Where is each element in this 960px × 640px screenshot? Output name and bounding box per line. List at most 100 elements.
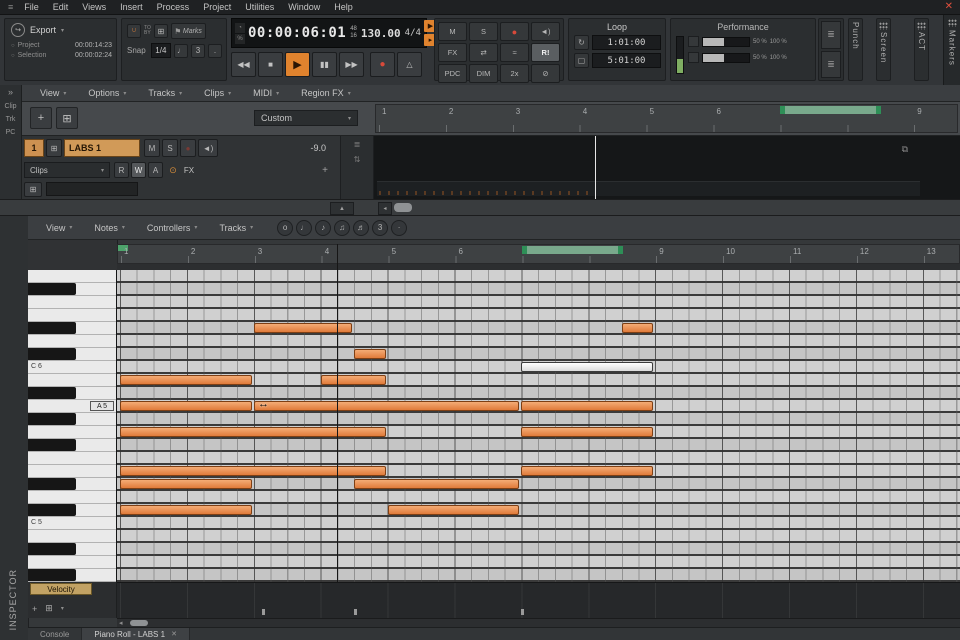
piano-key-17[interactable] bbox=[28, 491, 116, 504]
velocity-tab[interactable]: Velocity bbox=[30, 583, 92, 595]
left-tab-clip[interactable]: Clip bbox=[4, 103, 16, 110]
close-window-button[interactable]: ✕ bbox=[945, 1, 953, 12]
automation-write-button[interactable]: W bbox=[131, 162, 146, 178]
strip-layout-icon[interactable]: ≣ bbox=[821, 51, 841, 79]
track-menu-view[interactable]: View▾ bbox=[30, 86, 76, 101]
export-icon[interactable]: ↪ bbox=[11, 23, 25, 37]
track-menu-midi[interactable]: MIDI▾ bbox=[243, 86, 289, 101]
radio-icon[interactable]: ○ bbox=[11, 53, 15, 59]
midi-note[interactable] bbox=[254, 401, 520, 411]
close-icon[interactable]: ✕ bbox=[171, 630, 177, 638]
solo-button[interactable]: S bbox=[162, 139, 178, 157]
mix-bypass-button[interactable]: ⊘ bbox=[531, 64, 560, 83]
inspector-strip[interactable]: INSPECTOR bbox=[0, 216, 29, 640]
left-tab-trk[interactable]: Trk bbox=[6, 116, 16, 123]
midi-note[interactable] bbox=[354, 349, 385, 359]
note-grid[interactable] bbox=[117, 270, 960, 582]
screenset-module-button[interactable]: Screen bbox=[876, 18, 891, 81]
mix-fx-button[interactable]: FX bbox=[438, 43, 467, 62]
rewind-button[interactable]: ◀◀ bbox=[231, 52, 256, 77]
midi-note[interactable] bbox=[120, 401, 252, 411]
clips-pane[interactable]: ⧉ bbox=[374, 136, 960, 199]
input-echo-icon[interactable]: ◄) bbox=[198, 139, 218, 157]
piano-key-1[interactable] bbox=[28, 283, 116, 296]
piano-key-9[interactable] bbox=[28, 387, 116, 400]
widget-grid-icon[interactable]: ⊞ bbox=[24, 182, 42, 197]
triplet-button[interactable]: 3 bbox=[191, 44, 205, 58]
automation-read-button[interactable]: R bbox=[114, 162, 129, 178]
track-menu-tracks[interactable]: Tracks▾ bbox=[138, 86, 192, 101]
pr-playhead[interactable] bbox=[337, 244, 338, 582]
midi-clip[interactable] bbox=[377, 181, 920, 196]
mix-pdc-button[interactable]: PDC bbox=[438, 64, 467, 83]
tab-console[interactable]: Console bbox=[28, 628, 82, 640]
note-duration-tool-1[interactable]: ♩ bbox=[296, 220, 312, 236]
magnet-icon[interactable]: ∩ bbox=[127, 24, 141, 38]
mix-io-button[interactable]: ⇄ bbox=[469, 43, 498, 62]
piano-key-11[interactable] bbox=[28, 413, 116, 426]
zoom-tool-icon[interactable]: ⊞ bbox=[45, 603, 53, 614]
piano-key-2[interactable] bbox=[28, 296, 116, 309]
tempo-value[interactable]: 130.00 bbox=[361, 27, 401, 40]
punch-module-button[interactable]: Punch bbox=[848, 18, 863, 81]
arm-record-button[interactable]: ● bbox=[180, 139, 196, 157]
pr-loop-region[interactable] bbox=[522, 246, 622, 254]
note-duration-tool-3[interactable]: ♫ bbox=[334, 220, 350, 236]
scroll-left-icon[interactable]: ◂ bbox=[378, 202, 392, 215]
pr-menu-controllers[interactable]: Controllers▾ bbox=[137, 220, 208, 235]
menu-process[interactable]: Process bbox=[150, 2, 197, 12]
piano-key-3[interactable] bbox=[28, 309, 116, 322]
meter-value[interactable]: 4/4 bbox=[405, 28, 421, 38]
piano-key-4[interactable] bbox=[28, 322, 116, 335]
export-button[interactable]: Export bbox=[30, 25, 56, 35]
track-menu-options[interactable]: Options▾ bbox=[78, 86, 136, 101]
radio-icon[interactable]: ○ bbox=[11, 43, 15, 49]
piano-key-16[interactable] bbox=[28, 478, 116, 491]
scroll-left-icon[interactable]: ◂ bbox=[119, 619, 123, 627]
chevron-down-icon[interactable]: ▾ bbox=[61, 605, 64, 612]
midi-note[interactable] bbox=[120, 375, 252, 385]
track-timeline-ruler[interactable]: 123456789 bbox=[375, 104, 958, 133]
snap-grid-icon[interactable]: ⊞ bbox=[154, 24, 168, 38]
pr-menu-notes[interactable]: Notes▾ bbox=[84, 220, 135, 235]
midi-note[interactable] bbox=[521, 401, 653, 411]
archive-button[interactable]: A bbox=[148, 162, 163, 178]
pr-menu-tracks[interactable]: Tracks▾ bbox=[209, 220, 263, 235]
piano-roll-ruler[interactable]: 12345678910111213 bbox=[117, 244, 960, 264]
controller-event[interactable] bbox=[262, 609, 265, 615]
strip-layout-icon[interactable]: ≣ bbox=[821, 21, 841, 49]
chevron-down-icon[interactable]: ▾ bbox=[61, 27, 64, 34]
mix-record-arm-button[interactable]: ● bbox=[500, 22, 529, 41]
scrollbar-thumb[interactable] bbox=[394, 203, 412, 212]
ctrl-lane[interactable] bbox=[117, 582, 960, 618]
note-duration-tool-4[interactable]: ♬ bbox=[353, 220, 369, 236]
collapse-up-button[interactable]: ▲ bbox=[330, 202, 354, 215]
power-icon[interactable]: ⊙ bbox=[167, 162, 179, 178]
splitter-bar[interactable]: ▲ ◂ bbox=[0, 199, 960, 216]
loop-end-value[interactable]: 5:01:00 bbox=[592, 53, 661, 68]
track-loop-region[interactable] bbox=[780, 106, 880, 114]
menu-help[interactable]: Help bbox=[327, 2, 360, 12]
add-track-button[interactable]: + bbox=[30, 107, 52, 129]
midi-note[interactable] bbox=[321, 375, 386, 385]
act-module-button[interactable]: ACT bbox=[914, 18, 929, 81]
workspace-dropdown[interactable]: Custom ▾ bbox=[254, 110, 358, 126]
mix-mute-button[interactable]: M bbox=[438, 22, 467, 41]
midi-note[interactable] bbox=[120, 505, 252, 515]
pause-button[interactable]: ▮▮ bbox=[312, 52, 337, 77]
track-clips-dropdown[interactable]: Clips ▾ bbox=[24, 162, 110, 178]
percent-icon[interactable]: % bbox=[235, 34, 245, 44]
track-menu-clips[interactable]: Clips▾ bbox=[194, 86, 241, 101]
marks-button[interactable]: ⚑ Marks bbox=[171, 23, 206, 39]
midi-note[interactable] bbox=[120, 466, 386, 476]
widget-field[interactable] bbox=[46, 182, 138, 196]
clock-icon[interactable]: ◔ bbox=[235, 23, 245, 33]
midi-note[interactable] bbox=[521, 427, 653, 437]
piano-key-8[interactable] bbox=[28, 374, 116, 387]
piano-key-21[interactable] bbox=[28, 543, 116, 556]
menu-utilities[interactable]: Utilities bbox=[238, 2, 281, 12]
mix-dim-button[interactable]: DIM bbox=[469, 64, 498, 83]
dotted-note-button[interactable]: . bbox=[208, 44, 222, 58]
piano-key-13[interactable] bbox=[28, 439, 116, 452]
horizontal-scrollbar[interactable]: ◂ bbox=[117, 618, 960, 627]
